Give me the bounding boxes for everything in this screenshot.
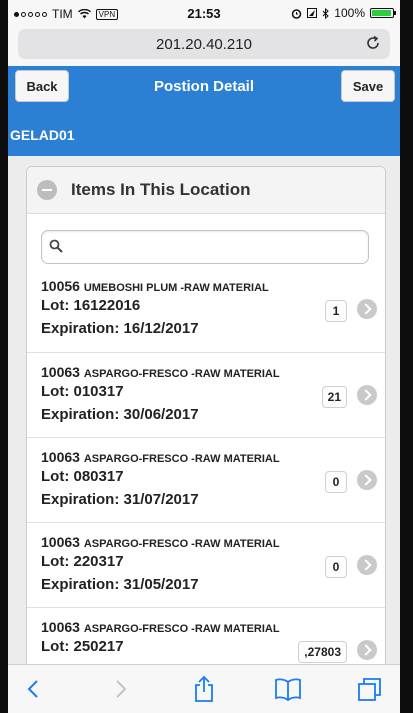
item-lot: Lot: 010317: [41, 383, 124, 400]
search-box[interactable]: [41, 230, 369, 264]
search-input[interactable]: [70, 235, 364, 261]
item-description: ASPARGO-FRESCO -RAW MATERIAL: [83, 538, 280, 550]
section-title: Items In This Location: [71, 180, 251, 199]
list-item[interactable]: 10056 UMEBOSHI PLUM -RAW MATERIAL Lot: 1…: [27, 267, 385, 352]
bookmarks-icon[interactable]: [274, 675, 302, 703]
list-item[interactable]: 10063 ASPARGO-FRESCO -RAW MATERIAL Lot: …: [27, 522, 385, 607]
item-expiration: Expiration: 31/07/2017: [41, 491, 199, 508]
item-lot: Lot: 16122016: [41, 297, 141, 314]
location-icon: [307, 8, 318, 18]
items-list: 10056 UMEBOSHI PLUM -RAW MATERIAL Lot: 1…: [27, 267, 385, 692]
item-expiration: Expiration: 30/06/2017: [41, 406, 199, 423]
chevron-right-icon[interactable]: [357, 299, 377, 319]
browser-address-area: 201.20.40.210: [8, 26, 400, 66]
url-text[interactable]: 201.20.40.210: [18, 36, 390, 53]
list-item[interactable]: 10063 ASPARGO-FRESCO -RAW MATERIAL Lot: …: [27, 352, 385, 437]
item-expiration: Expiration: 31/05/2017: [41, 576, 199, 593]
share-icon[interactable]: [190, 675, 218, 703]
bluetooth-icon: [322, 7, 330, 19]
item-expiration: Expiration: 16/12/2017: [41, 320, 199, 337]
back-arrow-icon[interactable]: [20, 675, 48, 703]
chevron-right-icon[interactable]: [357, 640, 377, 660]
minus-icon[interactable]: [37, 180, 57, 200]
chevron-right-icon[interactable]: [357, 470, 377, 490]
tabs-icon[interactable]: [356, 675, 384, 703]
item-code: 10063: [41, 449, 80, 465]
alarm-icon: [292, 8, 302, 19]
item-code: 10063: [41, 364, 80, 380]
items-collapsible: Items In This Location 10056 UMEBOSHI PL…: [26, 166, 386, 713]
status-bar: TIM VPN 21:53 100%: [8, 0, 400, 26]
location-code: GELAD01: [10, 127, 75, 143]
item-description: ASPARGO-FRESCO -RAW MATERIAL: [83, 368, 280, 380]
list-item[interactable]: 10063 ASPARGO-FRESCO -RAW MATERIAL Lot: …: [27, 437, 385, 522]
battery-icon: [370, 8, 396, 18]
quantity-badge: ,27803: [298, 641, 347, 663]
save-button[interactable]: Save: [341, 70, 395, 102]
chevron-right-icon[interactable]: [357, 385, 377, 405]
battery-percent: 100%: [334, 6, 365, 20]
item-description: UMEBOSHI PLUM -RAW MATERIAL: [83, 282, 269, 294]
phone-screen: TIM VPN 21:53 100% 201.20.40.210 Back Po…: [8, 0, 400, 713]
item-lot: Lot: 220317: [41, 553, 124, 570]
page-header: Back Postion Detail Save GELAD01: [8, 66, 400, 156]
quantity-badge: 0: [325, 556, 347, 578]
quantity-badge: 1: [325, 300, 347, 322]
status-right: 100%: [291, 6, 396, 20]
chevron-right-icon[interactable]: [357, 555, 377, 575]
reload-icon[interactable]: [364, 34, 382, 52]
address-bar[interactable]: 201.20.40.210: [18, 29, 390, 59]
search-icon: [49, 239, 63, 253]
quantity-badge: 0: [325, 471, 347, 493]
collapsible-header[interactable]: Items In This Location: [27, 167, 385, 214]
item-code: 10063: [41, 534, 80, 550]
item-lot: Lot: 250217: [41, 638, 124, 655]
browser-toolbar: [8, 664, 400, 713]
forward-arrow-icon[interactable]: [106, 675, 134, 703]
item-description: ASPARGO-FRESCO -RAW MATERIAL: [83, 623, 280, 635]
item-code: 10056: [41, 278, 80, 294]
item-lot: Lot: 080317: [41, 468, 124, 485]
item-code: 10063: [41, 619, 80, 635]
quantity-badge: 21: [321, 386, 347, 408]
item-description: ASPARGO-FRESCO -RAW MATERIAL: [83, 453, 280, 465]
